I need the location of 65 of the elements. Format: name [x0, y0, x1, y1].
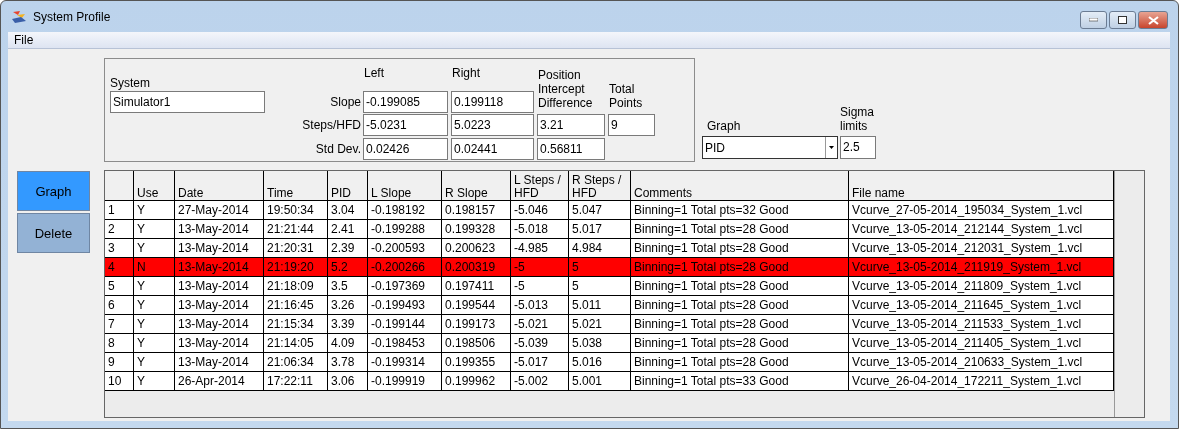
- table-row[interactable]: 8 Y 13-May-2014 21:14:05 4.09 -0.198453 0.198506 -5.039 5.038 Binning=1 Total pts=28 Good Vcurve_13-05-2014_211405_System_1.vcl: [105, 334, 1114, 353]
- sigma-label: Sigma limits: [840, 105, 875, 133]
- table-cell: 0.199962: [442, 372, 511, 391]
- column-header: Time: [264, 171, 328, 201]
- minimize-button[interactable]: [1080, 11, 1107, 29]
- column-header: L Slope: [368, 171, 442, 201]
- value-field[interactable]: 0.02426: [363, 138, 448, 160]
- table-row[interactable]: 4 N 13-May-2014 21:19:20 5.2 -0.200266 0.200319 -5 5 Binning=1 Total pts=28 Good Vcurve_13-05-2014_211919_System_1.vcl: [105, 258, 1114, 277]
- table-row[interactable]: 7 Y 13-May-2014 21:15:34 3.39 -0.199144 0.199173 -5.021 5.021 Binning=1 Total pts=28 Good Vcurve_13-05-2014_211533_System_1.vcl: [105, 315, 1114, 334]
- column-header: PID: [328, 171, 368, 201]
- table-row[interactable]: 1 Y 27-May-2014 19:50:34 3.04 -0.198192 0.198157 -5.046 5.047 Binning=1 Total pts=32 Good Vcurve_27-05-2014_195034_System_1.vcl: [105, 201, 1114, 220]
- graph-dropdown[interactable]: PID: [702, 136, 838, 159]
- table-row[interactable]: 5 Y 13-May-2014 21:18:09 3.5 -0.197369 0.197411 -5 5 Binning=1 Total pts=28 Good Vcurve_13-05-2014_211809_System_1.vcl: [105, 277, 1114, 296]
- restore-button[interactable]: [1109, 11, 1136, 29]
- close-button[interactable]: [1138, 11, 1168, 29]
- table-cell: 5.001: [569, 372, 631, 391]
- column-label: Right: [451, 66, 481, 80]
- value-field[interactable]: 0.199118: [451, 90, 534, 113]
- column-label: Total Points: [608, 82, 644, 110]
- value-field[interactable]: 5.0223: [451, 114, 534, 136]
- row-label: Std Dev.: [315, 142, 362, 156]
- column-header: File name: [849, 171, 1114, 201]
- column-header: Date: [175, 171, 264, 201]
- table-cell: 17:22:11: [264, 372, 328, 391]
- table-cell: Y: [134, 372, 175, 391]
- column-header: R Slope: [442, 171, 511, 201]
- table-row[interactable]: 10 Y 26-Apr-2014 17:22:11 3.06 -0.199919 0.199962 -5.002 5.001 Binning=1 Total pts=33 Good Vcurve_26-04-2014_172211_System_1.vcl: [105, 372, 1114, 391]
- table-cell: -0.199919: [368, 372, 442, 391]
- table-cell: Vcurve_26-04-2014_172211_System_1.vcl: [849, 372, 1114, 391]
- column-label: Left: [363, 66, 385, 80]
- value-field[interactable]: 3.21: [537, 114, 605, 136]
- graph-label: Graph: [706, 119, 742, 133]
- column-header: R Steps / HFD: [569, 171, 631, 201]
- system-field[interactable]: Simulator1: [110, 90, 265, 113]
- table-row[interactable]: 3 Y 13-May-2014 21:20:31 2.39 -0.200593 0.200623 -4.985 4.984 Binning=1 Total pts=28 Good Vcurve_13-05-2014_212031_System_1.vcl: [105, 239, 1114, 258]
- system-label: System: [110, 76, 151, 90]
- caret-icon: [829, 146, 834, 149]
- app-icon: [11, 9, 27, 24]
- action-button[interactable]: Graph: [17, 171, 90, 211]
- sigma-field[interactable]: 2.5: [840, 136, 876, 159]
- column-label: Position Intercept Difference: [537, 68, 594, 110]
- close-icon: [1147, 15, 1159, 25]
- restore-icon: [1118, 16, 1127, 24]
- row-label: Slope: [330, 94, 362, 109]
- value-field[interactable]: 0.56811: [537, 138, 605, 160]
- table-row[interactable]: 2 Y 13-May-2014 21:21:44 2.41 -0.199288 0.199328 -5.018 5.017 Binning=1 Total pts=28 Good Vcurve_13-05-2014_212144_System_1.vcl: [105, 220, 1114, 239]
- minimize-icon: [1089, 18, 1098, 22]
- value-field[interactable]: 0.02441: [451, 138, 534, 160]
- menu-item[interactable]: File: [8, 33, 40, 47]
- value-field[interactable]: 9: [608, 114, 655, 136]
- column-header: L Steps / HFD: [511, 171, 569, 201]
- column-header: Use: [134, 171, 175, 201]
- table-cell: 26-Apr-2014: [175, 372, 264, 391]
- row-number: 10: [105, 372, 134, 391]
- value-field[interactable]: -0.199085: [363, 90, 448, 113]
- table-cell: Binning=1 Total pts=33 Good: [631, 372, 849, 391]
- table-cell: -5.002: [511, 372, 569, 391]
- value-field[interactable]: -5.0231: [363, 114, 448, 136]
- window-title: System Profile: [33, 9, 111, 24]
- action-button[interactable]: Delete: [17, 213, 90, 253]
- row-label: Steps/HFD: [302, 118, 362, 132]
- column-header: Comments: [631, 171, 849, 201]
- table-row[interactable]: 6 Y 13-May-2014 21:16:45 3.26 -0.199493 0.199544 -5.013 5.011 Binning=1 Total pts=28 Good Vcurve_13-05-2014_211645_System_1.vcl: [105, 296, 1114, 315]
- table-cell: 3.06: [328, 372, 368, 391]
- table-row[interactable]: 9 Y 13-May-2014 21:06:34 3.78 -0.199314 0.199355 -5.017 5.016 Binning=1 Total pts=28 Good Vcurve_13-05-2014_210633_System_1.vcl: [105, 353, 1114, 372]
